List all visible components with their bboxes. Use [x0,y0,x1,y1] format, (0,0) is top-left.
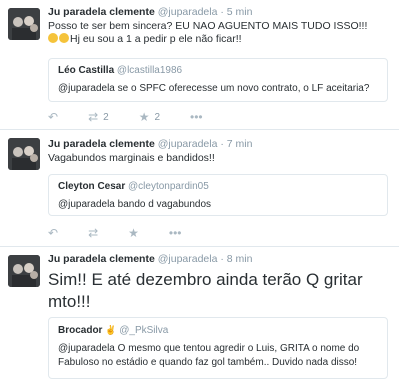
retweet-icon: ⇄ [88,110,99,124]
reply-button[interactable]: ↶ [48,111,58,123]
separator: · [220,253,224,265]
avatar[interactable] [8,138,40,170]
quoted-text: @juparadela se o SPFC oferecesse um novo… [58,83,370,94]
quoted-tweet[interactable]: Brocador ✌ @_PkSilva @juparadela O mesmo… [48,317,388,379]
separator: · [220,6,224,18]
tweet-text-line: Hj eu sou a 1 a pedir p ele não ficar!! [48,33,388,46]
author-handle[interactable]: @juparadela [158,6,218,18]
timestamp[interactable]: 5 min [227,6,253,18]
retweet-icon: ⇄ [88,226,99,240]
quoted-text-line: Fabuloso no estádio e quando faz gol tam… [58,357,358,368]
avatar[interactable] [8,8,40,40]
quoted-text: @juparadela O mesmo que tentou agredir o… [58,342,378,370]
more-button[interactable]: ••• [169,227,182,239]
quoted-author-handle: @_PkSilva [119,325,169,336]
quoted-text-line: @juparadela O mesmo que tentou agredir o… [58,343,360,354]
crying-emoji-icon [48,33,58,43]
quoted-header: Léo Castilla @lcastilla1986 [58,65,378,76]
separator: · [220,138,224,150]
star-icon: ★ [128,226,139,240]
tweet-text-line: Posso te ser bem sincera? EU NAO AGUENTO… [48,20,368,32]
reply-icon: ↶ [48,226,59,240]
star-icon: ★ [138,110,150,124]
avatar[interactable] [8,255,40,287]
retweet-count: 2 [103,111,109,123]
tweet-header: Ju paradela clemente @juparadela · 5 min [48,6,252,18]
tweet[interactable]: Ju paradela clemente @juparadela · 7 min… [0,130,399,244]
quoted-author-name: Brocador [58,325,103,336]
tweet-text-line-content: Hj eu sou a 1 a pedir p ele não ficar!! [70,33,242,45]
crying-emoji-icon [59,33,69,43]
author-handle[interactable]: @juparadela [158,253,218,265]
more-icon: ••• [190,110,203,124]
tweet-text: Vagabundos marginais e bandidos!! [48,152,215,164]
timestamp[interactable]: 8 min [227,253,253,265]
author-name[interactable]: Ju paradela clemente [48,6,155,18]
tweet-text-line: mto!!! [48,292,91,311]
tweet-text: Sim!! E até dezembro ainda terão Q grita… [48,269,388,313]
tweet-actions: ↶ ⇄ ★ ••• [48,226,212,240]
retweet-button[interactable]: ⇄ 2 [88,111,109,123]
more-icon: ••• [168,226,182,240]
tweet-text: Posso te ser bem sincera? EU NAO AGUENTO… [48,20,388,46]
quoted-tweet[interactable]: Cleyton Cesar @cleytonpardin05 @juparade… [48,174,388,216]
tweet[interactable]: Ju paradela clemente @juparadela · 5 min… [0,0,399,128]
timestamp[interactable]: 7 min [227,138,253,150]
tweet-header: Ju paradela clemente @juparadela · 8 min [48,253,252,265]
tweet-header: Ju paradela clemente @juparadela · 7 min [48,138,252,150]
retweet-button[interactable]: ⇄ [88,227,98,239]
tweet[interactable]: Ju paradela clemente @juparadela · 8 min… [0,247,399,386]
tweet-text-line: Sim!! E até dezembro ainda terão Q grita… [48,270,363,289]
favorite-button[interactable]: ★ 2 [139,111,160,123]
quoted-tweet[interactable]: Léo Castilla @lcastilla1986 @juparadela … [48,58,388,102]
author-name[interactable]: Ju paradela clemente [48,253,155,265]
quoted-header: Brocador ✌ @_PkSilva [58,324,378,336]
reply-button[interactable]: ↶ [48,227,58,239]
quoted-author-handle: @cleytonpardin05 [128,181,209,192]
quoted-author-name: Léo Castilla [58,65,115,76]
quoted-header: Cleyton Cesar @cleytonpardin05 [58,181,378,192]
more-button[interactable]: ••• [190,111,203,123]
quoted-author-handle: @lcastilla1986 [116,65,183,76]
quoted-author-name: Cleyton Cesar [58,181,126,192]
favorite-button[interactable]: ★ [128,227,139,239]
quoted-text: @juparadela bando d vagabundos [58,199,212,210]
tweet-actions: ↶ ⇄ 2 ★ 2 ••• [48,110,233,124]
author-name[interactable]: Ju paradela clemente [48,138,155,150]
favorite-count: 2 [154,111,161,123]
hand-emoji-icon: ✌ [105,325,117,335]
author-handle[interactable]: @juparadela [158,138,218,150]
reply-icon: ↶ [48,110,59,124]
